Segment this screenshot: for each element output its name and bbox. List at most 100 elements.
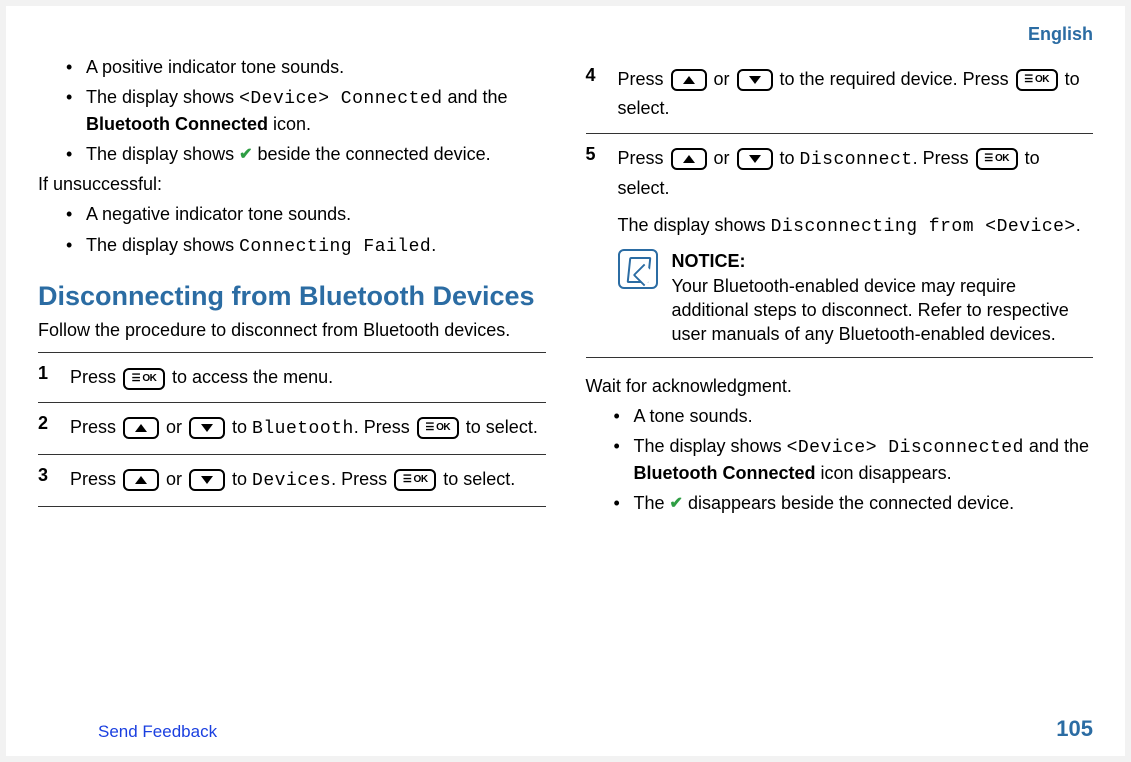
bullet-list-fail: • A negative indicator tone sounds. • Th… — [38, 202, 546, 259]
text: or — [709, 148, 735, 168]
bullet-icon: • — [614, 404, 624, 428]
text: Press — [618, 148, 669, 168]
list-item: • The display shows Connecting Failed. — [66, 233, 546, 259]
step: 4 Press or to the required device. Press… — [586, 55, 1094, 133]
bullet-icon: • — [66, 233, 76, 259]
text: The display shows — [634, 436, 787, 456]
bullet-icon: • — [66, 142, 76, 166]
bullet-list-end: • A tone sounds. • The display shows <De… — [586, 404, 1094, 515]
wait-label: Wait for acknowledgment. — [586, 374, 1094, 398]
up-key-icon — [123, 417, 159, 439]
text: . Press — [354, 417, 415, 437]
ok-key-icon — [1016, 69, 1058, 91]
ok-key-icon — [394, 469, 436, 491]
section-subtitle: Follow the procedure to disconnect from … — [38, 318, 546, 342]
mono-text: Devices — [252, 471, 331, 491]
text: beside the connected device. — [252, 144, 490, 164]
text: The display shows — [618, 215, 771, 235]
text: or — [161, 469, 187, 489]
text: to the required device. Press — [775, 69, 1014, 89]
text: . — [431, 235, 436, 255]
text: Press — [70, 417, 121, 437]
mono-text: <Device> Disconnected — [787, 438, 1024, 458]
column-right: 4 Press or to the required device. Press… — [586, 55, 1094, 521]
ok-key-icon — [976, 148, 1018, 170]
notice-icon — [618, 249, 658, 289]
list-item: • A tone sounds. — [614, 404, 1094, 428]
ok-key-icon — [417, 417, 459, 439]
text: The — [634, 493, 670, 513]
step-number: 3 — [38, 465, 56, 496]
check-icon: ✔ — [670, 493, 683, 515]
step-number: 1 — [38, 363, 56, 392]
text: and the — [443, 87, 508, 107]
list-item: • The display shows ✔ beside the connect… — [66, 142, 546, 166]
down-key-icon — [737, 148, 773, 170]
down-key-icon — [737, 69, 773, 91]
bullet-icon: • — [66, 55, 76, 79]
text: to select. — [461, 417, 538, 437]
list-item: • The display shows <Device> Disconnecte… — [614, 434, 1094, 485]
text: . Press — [331, 469, 392, 489]
notice-block: NOTICE: Your Bluetooth-enabled device ma… — [618, 249, 1094, 346]
text: and the — [1024, 436, 1089, 456]
bullet-list-success: • A positive indicator tone sounds. • Th… — [38, 55, 546, 166]
text: disappears beside the connected device. — [683, 493, 1014, 513]
text: to select. — [438, 469, 515, 489]
text: . Press — [913, 148, 974, 168]
bullet-icon: • — [614, 434, 624, 485]
column-left: • A positive indicator tone sounds. • Th… — [38, 55, 546, 521]
step: 3 Press or to Devices. Press to select. — [38, 454, 546, 507]
step: 1 Press to access the menu. — [38, 352, 546, 402]
step-number: 4 — [586, 65, 604, 123]
text: . — [1076, 215, 1081, 235]
bullet-icon: • — [66, 202, 76, 226]
language-label: English — [38, 24, 1093, 45]
mono-text: Connecting Failed — [239, 237, 431, 257]
text: The display shows — [86, 235, 239, 255]
text: to — [227, 417, 252, 437]
step-number: 5 — [586, 144, 604, 347]
section-heading: Disconnecting from Bluetooth Devices — [38, 281, 546, 312]
up-key-icon — [123, 469, 159, 491]
page-number: 105 — [1056, 716, 1093, 742]
text: A tone sounds. — [634, 406, 753, 426]
down-key-icon — [189, 469, 225, 491]
check-icon: ✔ — [239, 144, 252, 166]
mono-text: Disconnecting from <Device> — [771, 217, 1076, 237]
if-unsuccessful-label: If unsuccessful: — [38, 172, 546, 196]
notice-body-text: Your Bluetooth-enabled device may requir… — [672, 276, 1069, 345]
down-key-icon — [189, 417, 225, 439]
list-item: • A negative indicator tone sounds. — [66, 202, 546, 226]
step: 2 Press or to Bluetooth. Press to select… — [38, 402, 546, 454]
send-feedback-link[interactable]: Send Feedback — [98, 722, 217, 742]
text: to access the menu. — [167, 367, 333, 387]
bullet-icon: • — [614, 491, 624, 515]
mono-text: <Device> Connected — [239, 89, 442, 109]
list-item: • A positive indicator tone sounds. — [66, 55, 546, 79]
text: A negative indicator tone sounds. — [86, 204, 351, 224]
text: Press — [618, 69, 669, 89]
steps-left: 1 Press to access the menu. 2 Press or t… — [38, 352, 546, 506]
text: or — [709, 69, 735, 89]
text: The display shows — [86, 144, 239, 164]
list-item: • The ✔ disappears beside the connected … — [614, 491, 1094, 515]
bold-text: Bluetooth Connected — [86, 114, 268, 134]
up-key-icon — [671, 69, 707, 91]
mono-text: Disconnect — [800, 150, 913, 170]
ok-key-icon — [123, 368, 165, 390]
step: 5 Press or to Disconnect. Press to selec… — [586, 133, 1094, 358]
page-footer: Send Feedback 105 — [38, 716, 1093, 742]
bullet-icon: • — [66, 85, 76, 136]
text: A positive indicator tone sounds. — [86, 57, 344, 77]
bold-text: Bluetooth Connected — [634, 463, 816, 483]
up-key-icon — [671, 148, 707, 170]
steps-right: 4 Press or to the required device. Press… — [586, 55, 1094, 358]
text: icon disappears. — [816, 463, 952, 483]
text: icon. — [268, 114, 311, 134]
text: The display shows — [86, 87, 239, 107]
step-number: 2 — [38, 413, 56, 444]
mono-text: Bluetooth — [252, 419, 354, 439]
text: Press — [70, 367, 121, 387]
text: to — [775, 148, 800, 168]
